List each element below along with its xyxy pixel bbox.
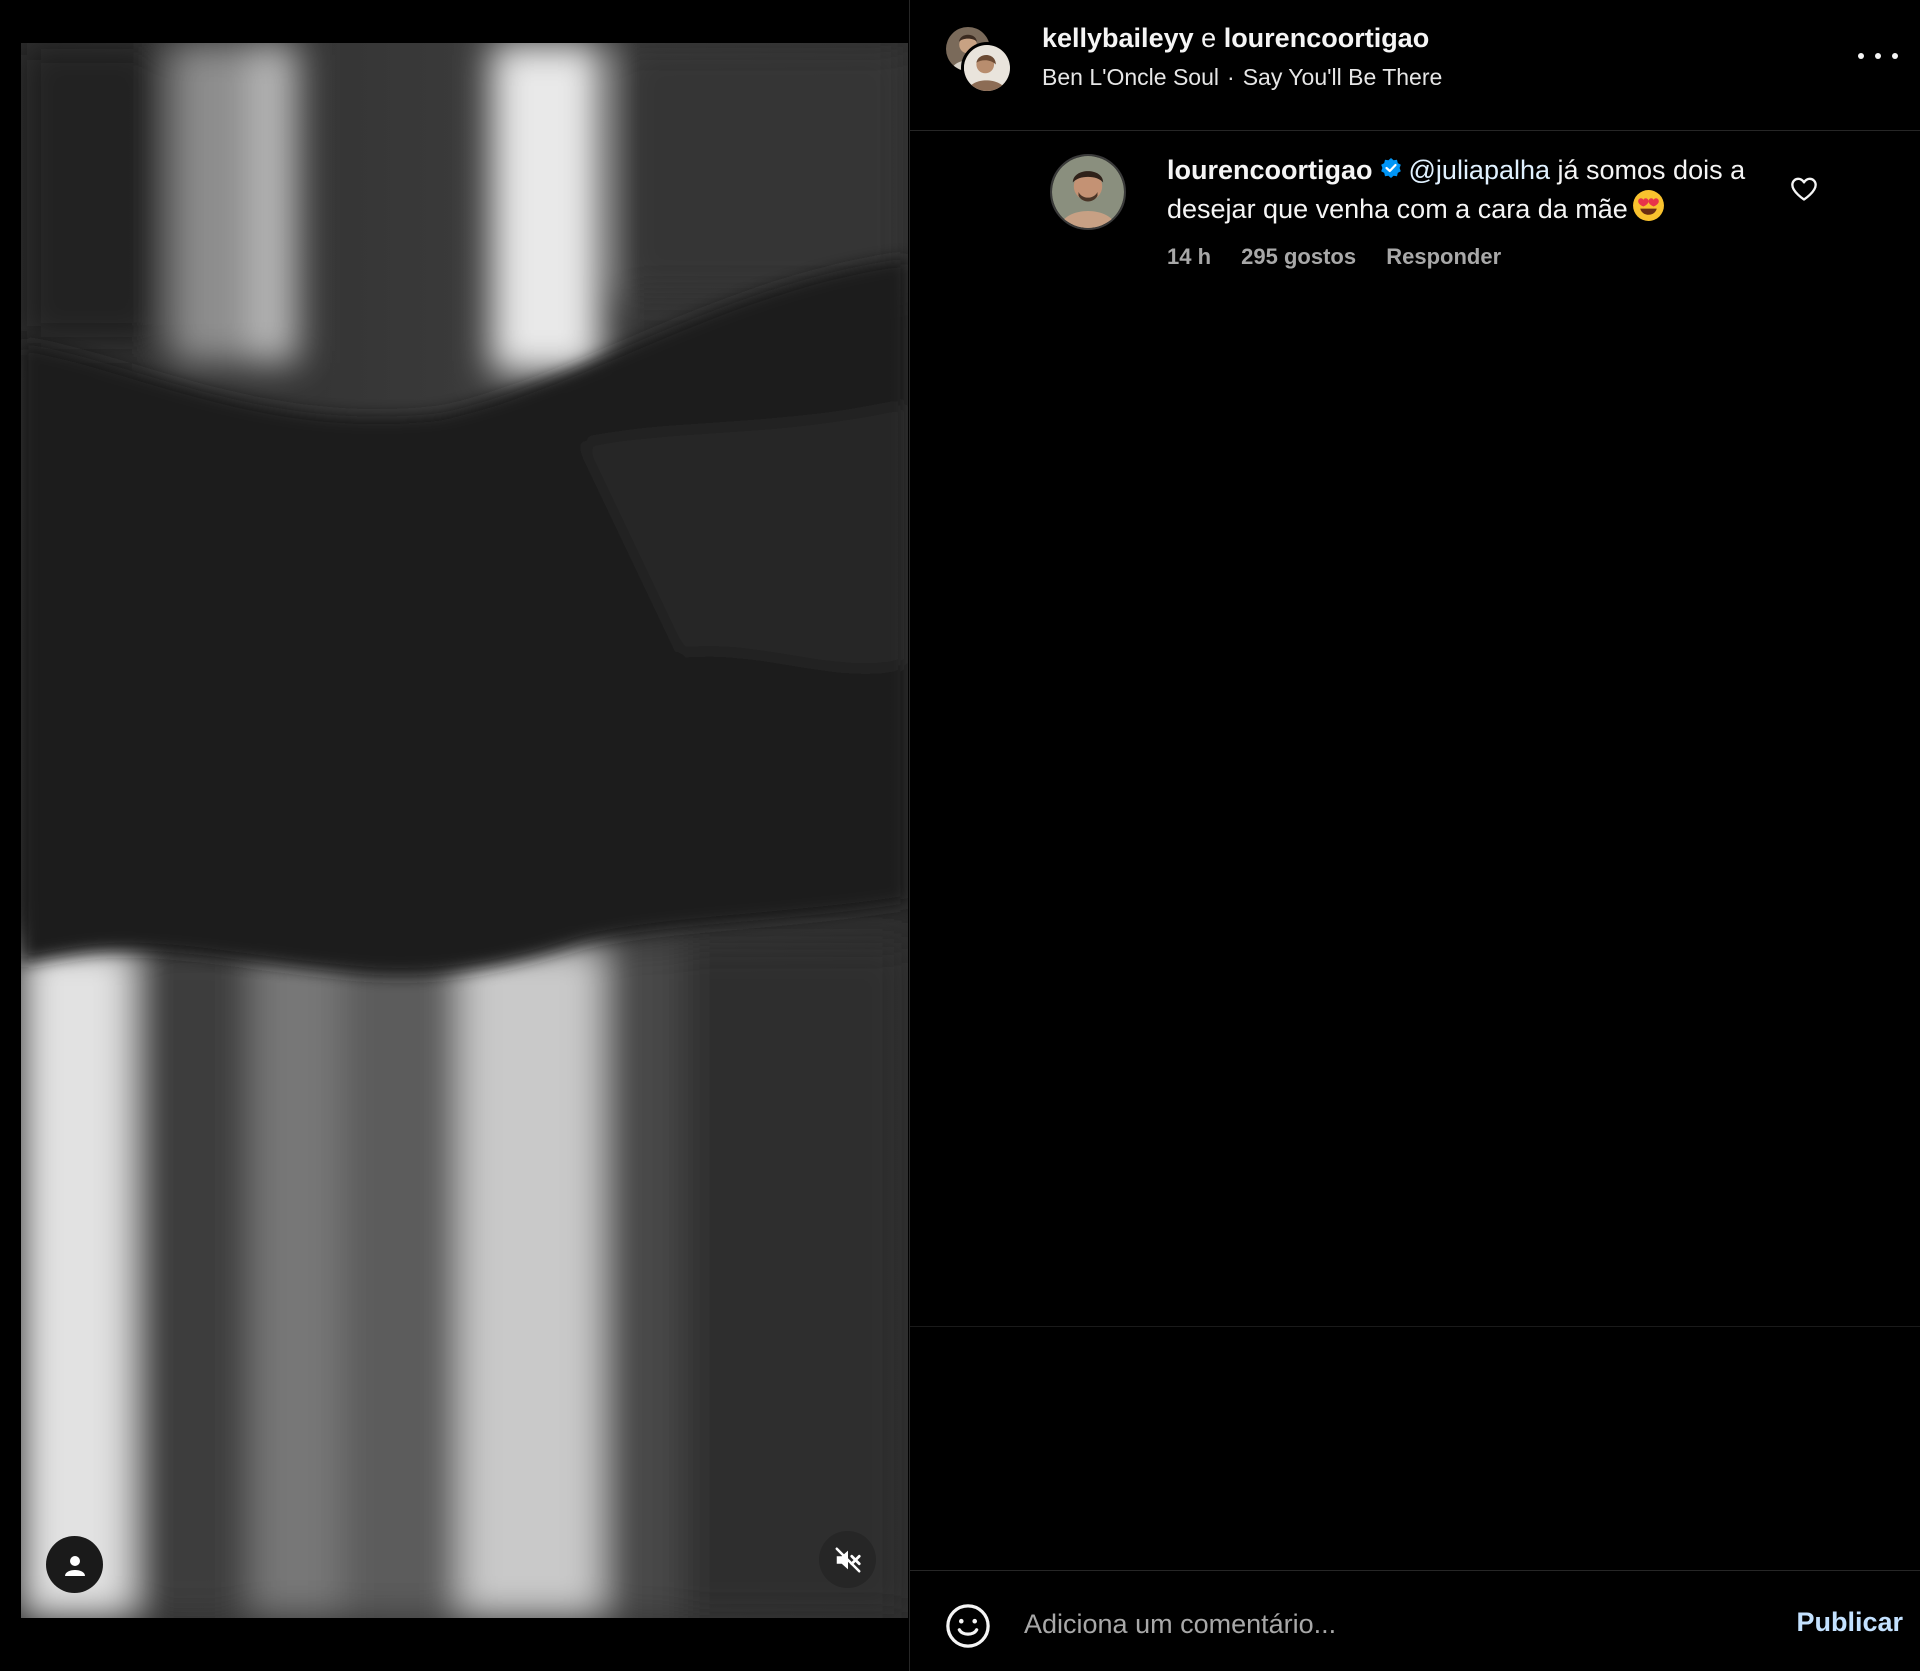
tagged-users-button[interactable]: [46, 1536, 103, 1593]
music-separator: ·: [1227, 64, 1235, 90]
collab-avatars[interactable]: [943, 24, 1013, 94]
reply-button[interactable]: Responder: [1386, 244, 1501, 269]
header-text: kellybaileyy e lourencoortigao Ben L'Onc…: [1042, 20, 1442, 94]
post-media[interactable]: [21, 43, 908, 1618]
post-details-pane: kellybaileyy e lourencoortigao Ben L'Onc…: [909, 0, 1920, 1671]
more-options-icon: [1892, 53, 1898, 59]
music-artist: Ben L'Oncle Soul: [1042, 64, 1220, 90]
post-header: kellybaileyy e lourencoortigao Ben L'Onc…: [910, 0, 1920, 131]
verified-badge-icon: [1380, 158, 1401, 178]
comment-meta: 14 h 295 gostos Responder: [1167, 242, 1817, 272]
user-icon: [64, 1555, 85, 1576]
post-viewer: kellybaileyy e lourencoortigao Ben L'Onc…: [0, 0, 1920, 1671]
post-video-frame: [21, 43, 908, 1618]
comment-input[interactable]: [1024, 1599, 1684, 1649]
more-options-icon: [1858, 53, 1864, 59]
profile-photo: [964, 45, 1010, 91]
collab-usernames: kellybaileyy e lourencoortigao: [1042, 20, 1442, 56]
comment-likes-count[interactable]: 295 gostos: [1241, 244, 1356, 269]
collab-joiner: e: [1201, 23, 1217, 53]
speaker-muted-icon: [835, 1547, 861, 1572]
more-options-icon: [1875, 53, 1881, 59]
publish-button[interactable]: Publicar: [1796, 1607, 1903, 1638]
mute-toggle-button[interactable]: [819, 1531, 876, 1588]
music-attribution[interactable]: Ben L'Oncle Soul · Say You'll Be There: [1042, 60, 1442, 94]
comment-username[interactable]: lourencoortigao: [1167, 155, 1373, 185]
username-link[interactable]: lourencoortigao: [1224, 23, 1430, 53]
comment-body: lourencoortigao @juliapalha já somos doi…: [1167, 152, 1817, 272]
more-options-button[interactable]: [1858, 48, 1898, 64]
smiley-icon[interactable]: [945, 1603, 991, 1649]
comment-text: lourencoortigao @juliapalha já somos doi…: [1167, 152, 1817, 228]
avatar[interactable]: [961, 42, 1013, 94]
profile-photo: [1052, 156, 1124, 228]
comment-time[interactable]: 14 h: [1167, 244, 1211, 269]
comment-mention[interactable]: @juliapalha: [1409, 155, 1551, 185]
divider: [910, 1326, 1920, 1327]
avatar[interactable]: [1050, 154, 1126, 230]
add-comment-bar: Publicar: [910, 1570, 1920, 1671]
heart-icon[interactable]: [1790, 176, 1818, 202]
music-track: Say You'll Be There: [1242, 64, 1443, 90]
username-link[interactable]: kellybaileyy: [1042, 23, 1194, 53]
heart-eyes-emoji-icon: [1632, 190, 1664, 221]
